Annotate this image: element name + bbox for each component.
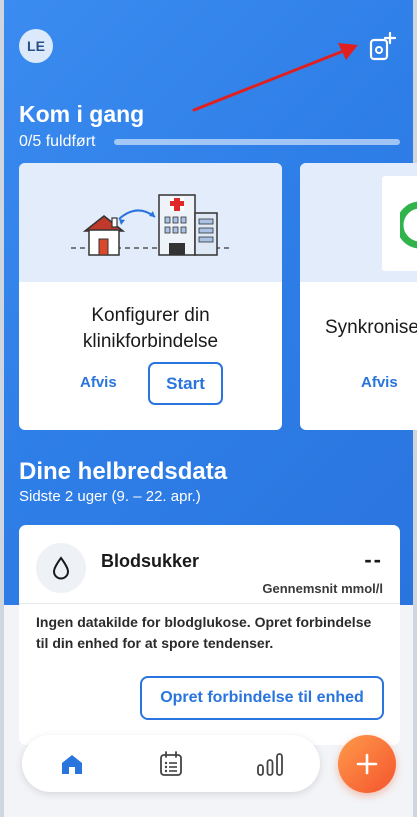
progress-label: 0/5 fuldført [19,133,96,150]
metric-unit: Gennemsnit mmol/l [262,581,383,596]
onboarding-card-sync: Synkronise Afvis [300,163,417,430]
get-started-title: Kom i gang [19,101,145,127]
connect-device-button[interactable]: Opret forbindelse til enhed [140,676,384,720]
add-device-icon [369,31,396,61]
blood-sugar-card[interactable]: Blodsukker -- Gennemsnit mmol/l Ingen da… [19,525,400,745]
calendar-list-icon [160,750,182,776]
progress-bar [114,139,400,145]
dismiss-button[interactable]: Afvis [80,374,117,391]
bar-chart-icon [257,752,283,776]
left-edge [0,0,4,817]
drop-icon [52,556,70,580]
annotation-arrow [192,43,358,112]
clinic-illustration-icon [71,194,231,256]
nav-home[interactable] [42,735,102,792]
metric-title: Blodsukker [101,551,200,571]
home-icon [62,754,82,774]
onboarding-card-clinic: Konfigurer din klinikforbindelse Afvis S… [19,163,282,430]
sync-ring-icon [400,201,417,249]
card-title-line2: klinikforbindelse [82,331,219,352]
add-device-button[interactable] [364,28,400,64]
divider [19,603,400,604]
plus-icon [356,753,378,775]
sync-illustration [300,163,417,282]
card2-title: Synkronise [325,317,417,338]
nav-insights[interactable] [240,735,300,792]
card-title-line1: Konfigurer din [91,305,210,326]
bottom-nav [22,735,320,792]
app-screen: LE Kom i gang 0/5 fuldført Konfigurer di… [0,0,417,817]
no-data-message: Ingen datakilde for blodglukose. Opret f… [36,614,372,651]
drop-icon-container [36,543,86,593]
nav-log[interactable] [141,735,201,792]
health-data-title: Dine helbredsdata [19,458,228,485]
health-data-subtitle: Sidste 2 uger (9. – 22. apr.) [19,488,201,505]
start-button[interactable]: Start [148,362,223,405]
metric-value: -- [364,547,383,572]
add-entry-fab[interactable] [338,735,396,793]
avatar[interactable]: LE [19,29,53,63]
house-to-clinic-illustration [19,163,282,282]
dismiss-button-2[interactable]: Afvis [361,374,398,391]
